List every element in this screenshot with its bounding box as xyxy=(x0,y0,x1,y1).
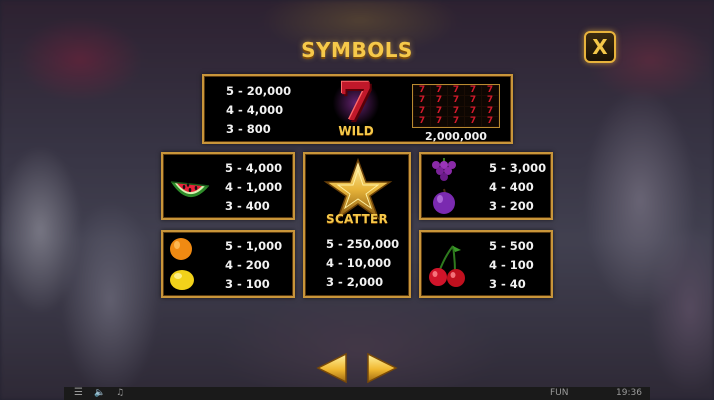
wild-payouts: 5 - 20,000 4 - 4,000 3 - 800 xyxy=(226,82,291,139)
close-button[interactable]: X xyxy=(584,31,616,63)
watermelon-paytable-panel: 5 - 4,000 4 - 1,000 3 - 400 xyxy=(161,152,295,220)
payout-line: 4 - 4,000 xyxy=(226,103,284,117)
grape-plum-paytable-panel: 5 - 3,000 4 - 400 3 - 200 xyxy=(419,152,553,220)
cherry-paytable-panel: 5 - 500 4 - 100 3 - 40 xyxy=(419,230,553,298)
watermelon-payouts: 5 - 4,000 4 - 1,000 3 - 400 xyxy=(225,159,282,216)
close-icon: X xyxy=(592,35,608,59)
grapes-icon xyxy=(429,156,459,184)
payout-line: 3 - 800 xyxy=(226,122,271,136)
payout-line: 3 - 40 xyxy=(489,277,526,291)
grape-plum-payouts: 5 - 3,000 4 - 400 3 - 200 xyxy=(489,159,546,216)
payout-line: 3 - 200 xyxy=(489,199,534,213)
payout-line: 5 - 3,000 xyxy=(489,161,547,175)
payout-line: 3 - 2,000 xyxy=(326,275,384,289)
menu-icon[interactable]: ☰ xyxy=(74,387,83,398)
cherry-payouts: 5 - 500 4 - 100 3 - 40 xyxy=(489,237,534,294)
payout-line: 4 - 200 xyxy=(225,258,270,272)
scatter-payouts: 5 - 250,000 4 - 10,000 3 - 2,000 xyxy=(326,235,399,292)
payout-line: 5 - 250,000 xyxy=(326,237,400,251)
payout-line: 5 - 1,000 xyxy=(225,239,283,253)
game-mode-label: FUN xyxy=(550,388,569,398)
music-note-icon[interactable]: ♫ xyxy=(116,388,124,398)
payout-line: 4 - 10,000 xyxy=(326,256,392,270)
sound-icon[interactable]: 🔈 xyxy=(94,388,105,398)
payout-line: 4 - 1,000 xyxy=(225,180,283,194)
wild-paytable-panel: 5 - 20,000 4 - 4,000 3 - 800 7 WILD 7 7 … xyxy=(202,72,513,144)
max-win-amount: 2,000,000 xyxy=(425,130,487,143)
cherries-icon xyxy=(425,242,469,290)
payout-line: 5 - 500 xyxy=(489,239,534,253)
lemon-icon xyxy=(167,266,197,294)
seven-wild-icon: 7 WILD xyxy=(328,72,384,140)
bottom-status-bar: ☰ 🔈 ♫ FUN 19:36 xyxy=(64,387,650,400)
payout-line: 4 - 400 xyxy=(489,180,534,194)
payout-line: 3 - 100 xyxy=(225,277,270,291)
wild-label: WILD xyxy=(338,124,374,138)
payout-line: 3 - 400 xyxy=(225,199,270,213)
payout-line: 5 - 4,000 xyxy=(225,161,283,175)
payout-line: 5 - 20,000 xyxy=(226,84,292,98)
previous-page-button[interactable] xyxy=(316,352,350,384)
watermelon-icon xyxy=(167,164,211,208)
orange-lemon-paytable-panel: 5 - 1,000 4 - 200 3 - 100 xyxy=(161,230,295,298)
payout-line: 4 - 100 xyxy=(489,258,534,272)
arrow-left-icon xyxy=(316,352,347,384)
arrow-right-icon xyxy=(367,352,398,384)
plum-icon xyxy=(429,186,459,216)
clock-time: 19:36 xyxy=(616,388,642,398)
orange-lemon-payouts: 5 - 1,000 4 - 200 3 - 100 xyxy=(225,237,282,294)
scatter-label: SCATTER xyxy=(326,212,388,226)
full-screen-sevens-grid: 7 7 7 7 7 7 7 7 7 7 7 7 7 7 7 7 7 7 7 7 xyxy=(412,84,500,128)
orange-icon xyxy=(167,235,195,263)
next-page-button[interactable] xyxy=(364,352,398,384)
